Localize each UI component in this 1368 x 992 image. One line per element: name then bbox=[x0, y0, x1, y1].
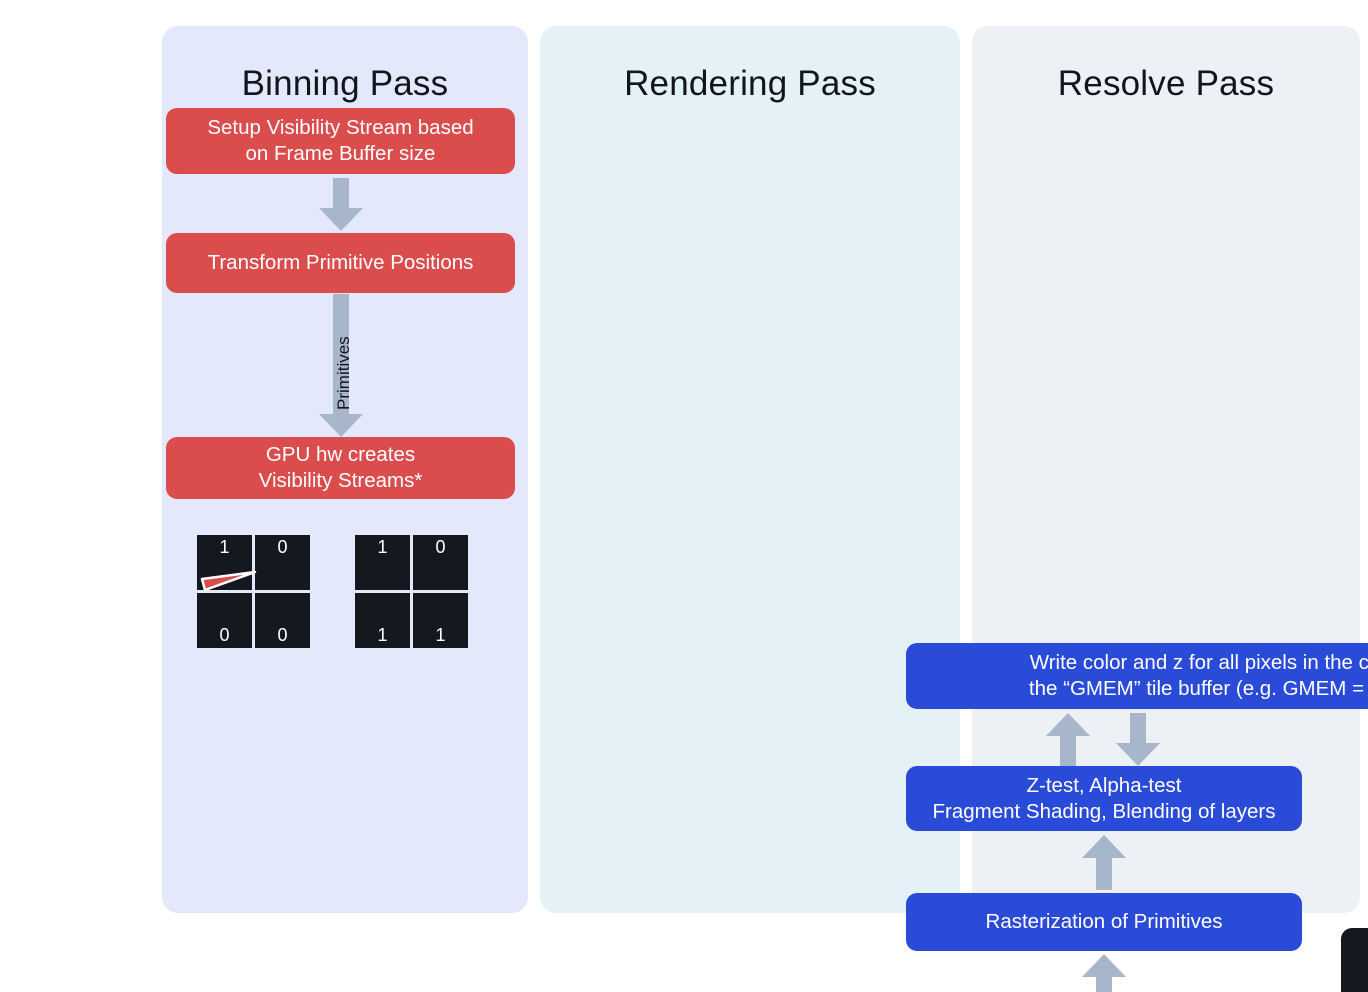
tile-grid-bin2: 1 0 1 1 Streamers Data Bin#1 Bin#2 Etc..… bbox=[355, 535, 1368, 992]
tile-cell: 0 bbox=[197, 593, 252, 648]
column-title-rendering: Rendering Pass bbox=[624, 64, 876, 103]
column-rendering-pass: Rendering Pass bbox=[540, 26, 960, 913]
arrow-gmem-to-ztest bbox=[1115, 713, 1161, 767]
column-title-resolve: Resolve Pass bbox=[1057, 64, 1275, 103]
box-transform-primitive-positions[interactable]: Transform Primitive Positions bbox=[166, 233, 515, 293]
tile-cell: 1 bbox=[197, 535, 252, 590]
arrow-execute-to-raster bbox=[1081, 954, 1127, 992]
column-title-binning: Binning Pass bbox=[241, 64, 449, 103]
diagram-canvas: Binning Pass Rendering Pass Resolve Pass… bbox=[0, 0, 1368, 992]
arrow-raster-to-ztest bbox=[1081, 835, 1127, 891]
tile-cell: 0 bbox=[413, 535, 468, 590]
box-gpu-hw-creates-visibility-streams[interactable]: GPU hw creates Visibility Streams* bbox=[166, 437, 515, 499]
box-write-color-z-gmem[interactable]: Write color and z for all pixels in the … bbox=[906, 643, 1368, 709]
tile-cell: 1 bbox=[355, 593, 410, 648]
arrow-ztest-to-gmem bbox=[1045, 713, 1091, 767]
tile-cell: 0 bbox=[255, 593, 310, 648]
box-write-final-color-values[interactable]: Write final color values from GMEM tile … bbox=[1341, 928, 1368, 992]
box-ztest-alphatest-shading[interactable]: Z-test, Alpha-test Fragment Shading, Ble… bbox=[906, 766, 1302, 831]
box-setup-visibility-stream[interactable]: Setup Visibility Stream based on Frame B… bbox=[166, 108, 515, 174]
tile-cell: 0 bbox=[255, 535, 310, 590]
tile-cell: 1 bbox=[413, 593, 468, 648]
tile-cell: 1 bbox=[355, 535, 410, 590]
arrow-setup-to-transform bbox=[318, 178, 364, 232]
arrow-primitives-label: Primitives bbox=[334, 336, 353, 410]
tile-grid-bin1: 1 0 0 0 bbox=[197, 535, 310, 648]
box-rasterization-of-primitives[interactable]: Rasterization of Primitives bbox=[906, 893, 1302, 951]
